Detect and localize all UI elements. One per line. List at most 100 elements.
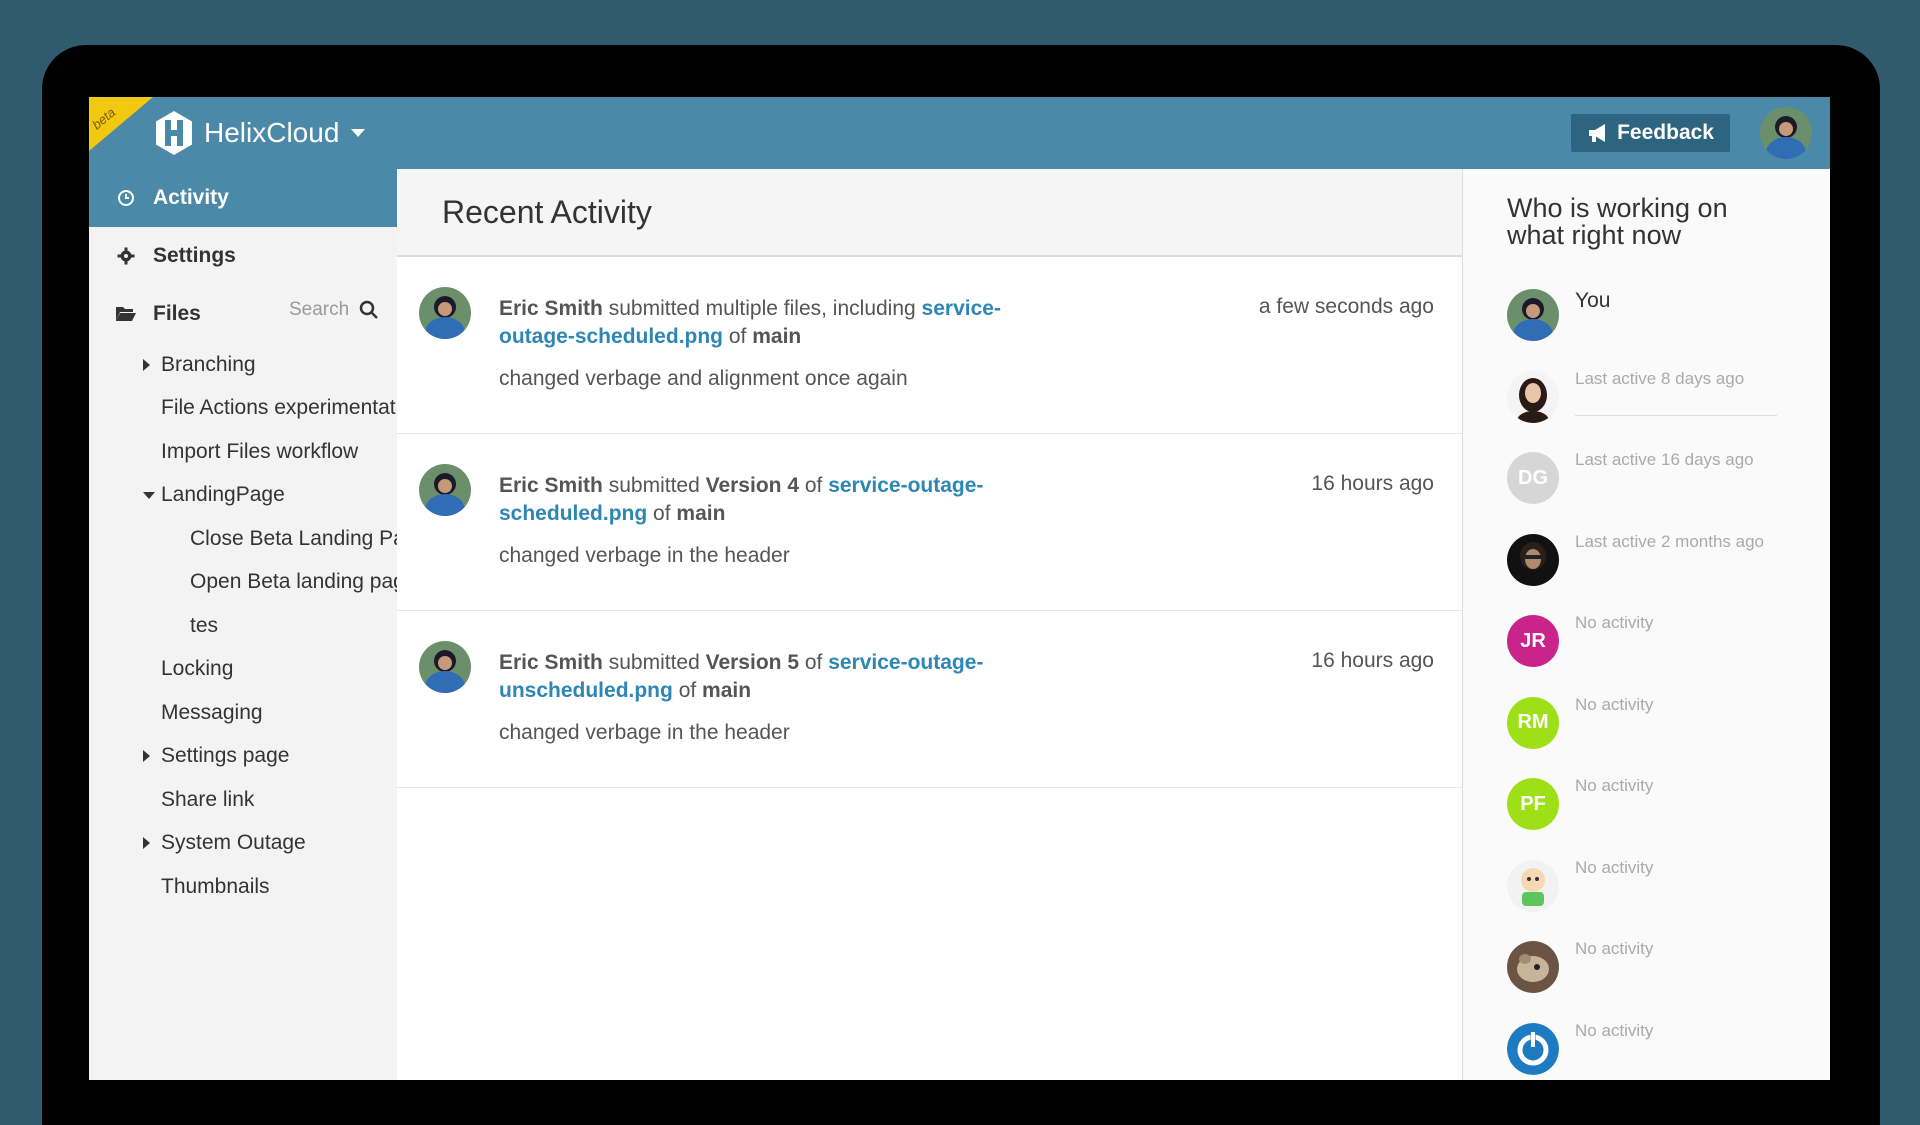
activity-summary: Eric Smith submitted Version 5 of servic…: [499, 649, 1019, 705]
caret-right-icon[interactable]: [143, 837, 150, 850]
user-avatar[interactable]: [1507, 1022, 1559, 1075]
file-tree-item[interactable]: Messaging: [89, 691, 397, 735]
search-icon[interactable]: [359, 300, 379, 320]
file-tree-label: Import Files workflow: [161, 439, 359, 463]
file-tree-item[interactable]: Share link: [89, 778, 397, 822]
presence-user[interactable]: No activity: [1507, 858, 1777, 920]
activity-avatar[interactable]: [419, 464, 471, 516]
file-tree-item[interactable]: Thumbnails: [89, 865, 397, 909]
user-initials: JR: [1520, 629, 1546, 652]
feedback-button[interactable]: Feedback: [1571, 114, 1730, 152]
file-tree-item[interactable]: Open Beta landing page: [89, 561, 417, 605]
caret-right-icon[interactable]: [143, 750, 150, 763]
main-panel: Recent Activity Eric Smith submitted mul…: [397, 169, 1463, 1080]
user-initials-avatar[interactable]: PF: [1507, 778, 1559, 830]
file-tree-label: Settings page: [161, 744, 290, 768]
activity-message: changed verbage and alignment once again: [499, 367, 908, 390]
file-tree-item[interactable]: Import Files workflow: [89, 430, 397, 474]
file-tree-item[interactable]: Locking: [89, 648, 397, 692]
activity-branch[interactable]: main: [752, 325, 801, 348]
presence-user[interactable]: JR No activity: [1507, 613, 1777, 675]
user-avatar[interactable]: [1507, 533, 1559, 586]
helix-logo-icon: [156, 111, 192, 155]
file-tree-item[interactable]: LandingPage: [89, 474, 397, 518]
presence-status: Last active 2 months ago: [1575, 531, 1765, 551]
chevron-down-icon: [351, 129, 366, 137]
file-tree-label: Messaging: [161, 700, 263, 724]
file-tree-label: File Actions experimentation: [161, 396, 424, 420]
activity-item: Eric Smith submitted multiple files, inc…: [397, 257, 1462, 434]
file-tree-item[interactable]: Settings page: [89, 735, 397, 779]
files-header: Files Search: [89, 285, 397, 343]
file-tree: Branching File Actions experimentation Imp…: [89, 343, 428, 909]
presence-title: Who is working on what right now: [1507, 193, 1728, 250]
gear-icon: [115, 245, 137, 267]
activity-version: Version 5: [705, 651, 799, 674]
activity-avatar[interactable]: [419, 641, 471, 693]
activity-avatar[interactable]: [419, 287, 471, 339]
user-initials: RM: [1517, 711, 1549, 733]
file-tree-item[interactable]: System Outage: [89, 822, 397, 866]
file-tree-item[interactable]: tes: [89, 604, 397, 648]
file-tree-label: LandingPage: [161, 483, 285, 507]
app-name: HelixCloud: [204, 117, 340, 148]
activity-branch[interactable]: main: [676, 502, 725, 525]
presence-user[interactable]: No activity: [1507, 1020, 1777, 1081]
file-tree-item[interactable]: Close Beta Landing Page: [89, 517, 428, 561]
activity-user[interactable]: Eric Smith: [499, 651, 603, 674]
presence-status: No activity: [1575, 776, 1654, 795]
presence-user[interactable]: You: [1507, 289, 1777, 349]
app-screen: beta HelixCloud Feedback Activity Settin…: [89, 97, 1830, 1080]
activity-summary: Eric Smith submitted Version 4 of servic…: [499, 472, 1019, 528]
files-search-placeholder: Search: [289, 299, 350, 320]
activity-action: submitted multiple files, including: [608, 297, 916, 320]
presence-user[interactable]: Last active 8 days ago: [1507, 369, 1777, 431]
caret-down-icon[interactable]: [143, 491, 155, 499]
user-avatar[interactable]: [1760, 107, 1812, 159]
activity-action: submitted: [608, 474, 700, 497]
caret-right-icon[interactable]: [143, 358, 150, 371]
presence-user[interactable]: RM No activity: [1507, 695, 1777, 757]
user-avatar[interactable]: [1507, 289, 1559, 341]
activity-time: a few seconds ago: [1258, 295, 1434, 318]
user-avatar[interactable]: [1507, 941, 1559, 993]
file-tree-label: Open Beta landing page: [190, 570, 417, 594]
file-tree-item[interactable]: File Actions experimentation: [89, 387, 424, 431]
activity-list: Eric Smith submitted multiple files, inc…: [397, 257, 1462, 788]
user-initials-avatar[interactable]: JR: [1507, 615, 1559, 667]
user-initials-avatar[interactable]: DG: [1507, 452, 1559, 504]
file-tree-label: Close Beta Landing Page: [190, 526, 429, 550]
user-avatar[interactable]: [1507, 859, 1559, 912]
activity-item: Eric Smith submitted Version 5 of servic…: [397, 611, 1462, 788]
presence-user[interactable]: No activity: [1507, 939, 1777, 1001]
avatar-photo-icon: [1507, 289, 1559, 341]
activity-user[interactable]: Eric Smith: [499, 474, 603, 497]
files-search[interactable]: Search: [289, 299, 379, 321]
presence-user[interactable]: Last active 2 months ago: [1507, 531, 1777, 594]
nav-settings[interactable]: Settings: [89, 227, 397, 285]
avatar-photo-icon: [1507, 941, 1559, 993]
presence-status: No activity: [1575, 613, 1654, 632]
user-initials-avatar[interactable]: RM: [1507, 696, 1559, 749]
app-switcher[interactable]: HelixCloud: [154, 110, 366, 156]
presence-status: No activity: [1575, 1020, 1654, 1040]
presence-user[interactable]: DG Last active 16 days ago: [1507, 450, 1777, 512]
presence-user[interactable]: PF No activity: [1507, 776, 1777, 838]
avatar-photo-icon: [419, 287, 471, 339]
activity-time: 16 hours ago: [1311, 472, 1434, 495]
nav-activity[interactable]: Activity: [89, 169, 397, 227]
feedback-label: Feedback: [1617, 121, 1714, 144]
activity-item: Eric Smith submitted Version 4 of servic…: [397, 434, 1462, 611]
file-tree-label: Share link: [161, 787, 255, 811]
file-tree-label: Thumbnails: [161, 874, 270, 898]
power-icon: [1507, 1022, 1559, 1075]
user-avatar[interactable]: [1507, 370, 1559, 423]
file-tree-label: Branching: [161, 352, 256, 376]
right-panel: Who is working on what right now You Last…: [1463, 169, 1830, 1080]
file-tree-label: System Outage: [161, 831, 306, 855]
activity-user[interactable]: Eric Smith: [499, 297, 603, 320]
activity-branch[interactable]: main: [702, 679, 751, 702]
presence-status: You: [1575, 289, 1611, 312]
nav-settings-label: Settings: [153, 244, 236, 267]
file-tree-item[interactable]: Branching: [89, 343, 397, 387]
